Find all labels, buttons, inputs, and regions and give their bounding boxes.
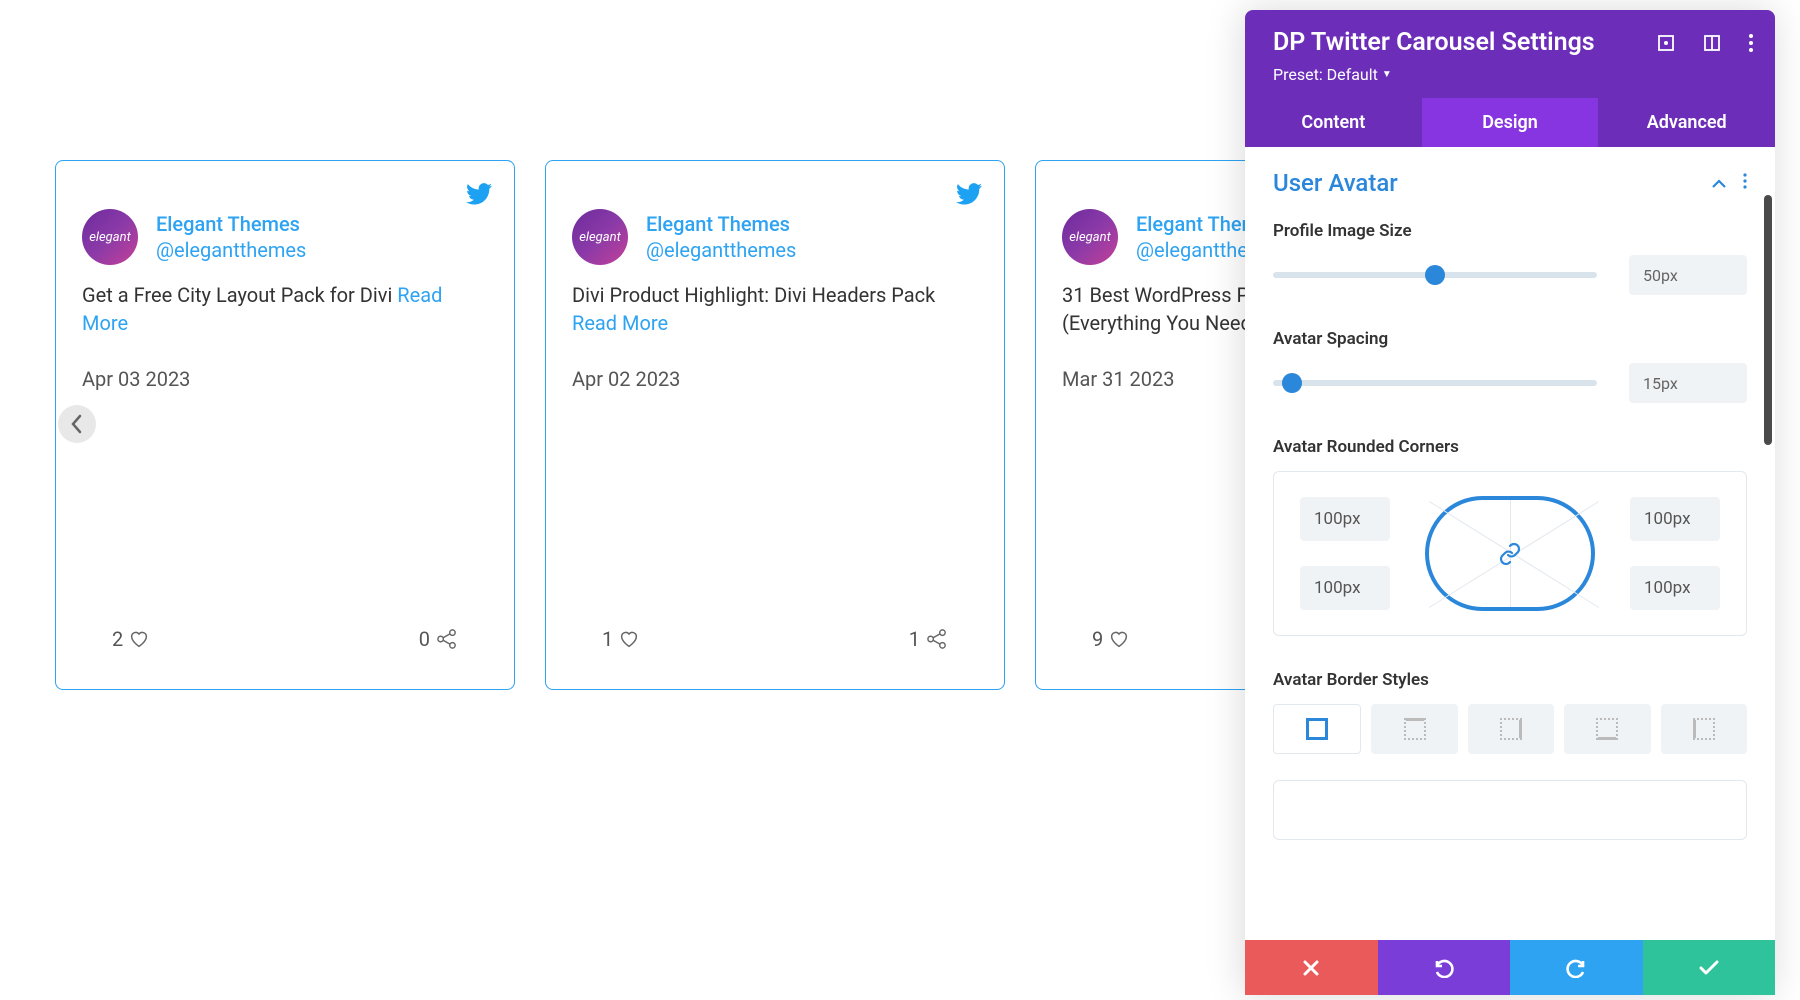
avatar: elegant: [1062, 209, 1118, 265]
avatar-spacing-slider[interactable]: [1273, 380, 1597, 386]
tab-advanced[interactable]: Advanced: [1598, 98, 1775, 147]
border-style-left[interactable]: [1661, 704, 1747, 754]
corner-br-input[interactable]: 100px: [1630, 566, 1720, 610]
scrollbar[interactable]: [1764, 195, 1772, 445]
share-icon: [926, 629, 948, 649]
border-style-top[interactable]: [1371, 704, 1457, 754]
user-name-link[interactable]: Elegant Themes: [646, 212, 796, 236]
control-label: Profile Image Size: [1273, 221, 1747, 241]
heart-icon: [619, 630, 639, 648]
avatar-spacing-control: Avatar Spacing 15px: [1273, 329, 1747, 403]
avatar: elegant: [572, 209, 628, 265]
more-icon[interactable]: [1749, 34, 1753, 52]
heart-icon: [1109, 630, 1129, 648]
likes-stat[interactable]: 1: [602, 627, 639, 651]
tweet-card: elegant Elegant Themes @elegantthemes Di…: [545, 160, 1005, 690]
tweet-date: Apr 02 2023: [572, 367, 978, 391]
border-style-bottom[interactable]: [1564, 704, 1650, 754]
tab-content[interactable]: Content: [1245, 98, 1422, 147]
tweet-text: Get a Free City Layout Pack for Divi Rea…: [82, 281, 488, 337]
settings-panel: DP Twitter Carousel Settings Preset: Def…: [1245, 10, 1775, 995]
control-label: Avatar Border Styles: [1273, 670, 1747, 690]
panel-header: DP Twitter Carousel Settings Preset: Def…: [1245, 10, 1775, 98]
profile-image-size-control: Profile Image Size 50px: [1273, 221, 1747, 295]
border-options-box: [1273, 780, 1747, 840]
collapse-icon[interactable]: [1711, 174, 1727, 193]
corner-tl-input[interactable]: 100px: [1300, 497, 1390, 541]
avatar-spacing-value[interactable]: 15px: [1629, 363, 1747, 403]
panel-title: DP Twitter Carousel Settings: [1273, 28, 1595, 57]
user-handle-link[interactable]: @elegantthemes: [156, 238, 306, 262]
border-style-right[interactable]: [1468, 704, 1554, 754]
twitter-icon: [466, 183, 492, 209]
preset-dropdown[interactable]: Preset: Default▼: [1273, 65, 1753, 84]
corner-bl-input[interactable]: 100px: [1300, 566, 1390, 610]
likes-stat[interactable]: 9: [1092, 627, 1129, 651]
undo-button[interactable]: [1378, 940, 1511, 995]
corner-tr-input[interactable]: 100px: [1630, 497, 1720, 541]
panel-body: User Avatar Profile Image Size 50px Avat…: [1245, 147, 1775, 940]
carousel-prev-button[interactable]: [58, 405, 96, 443]
section-more-icon[interactable]: [1743, 173, 1747, 193]
shares-stat[interactable]: 1: [909, 627, 948, 651]
twitter-icon: [956, 183, 982, 209]
likes-stat[interactable]: 2: [112, 627, 149, 651]
save-button[interactable]: [1643, 940, 1776, 995]
rounded-corners-control: Avatar Rounded Corners 100px 100px 100px…: [1273, 437, 1747, 636]
read-more-link[interactable]: Read More: [572, 311, 668, 335]
profile-image-size-value[interactable]: 50px: [1629, 255, 1747, 295]
tweet-card: elegant Elegant Themes @elegantthemes Ge…: [55, 160, 515, 690]
control-label: Avatar Rounded Corners: [1273, 437, 1747, 457]
expand-icon[interactable]: [1657, 34, 1675, 52]
cancel-button[interactable]: [1245, 940, 1378, 995]
avatar: elegant: [82, 209, 138, 265]
tweet-text: Divi Product Highlight: Divi Headers Pac…: [572, 281, 978, 337]
panel-tabs: Content Design Advanced: [1245, 98, 1775, 147]
control-label: Avatar Spacing: [1273, 329, 1747, 349]
profile-image-size-slider[interactable]: [1273, 272, 1597, 278]
section-title[interactable]: User Avatar: [1273, 169, 1398, 197]
panel-footer: [1245, 940, 1775, 995]
link-corners-toggle[interactable]: [1425, 496, 1595, 611]
tweet-date: Apr 03 2023: [82, 367, 488, 391]
user-name-link[interactable]: Elegant Themes: [156, 212, 306, 236]
shares-stat[interactable]: 0: [419, 627, 458, 651]
heart-icon: [129, 630, 149, 648]
share-icon: [436, 629, 458, 649]
border-style-solid[interactable]: [1273, 704, 1361, 754]
border-styles-control: Avatar Border Styles: [1273, 670, 1747, 840]
redo-button[interactable]: [1510, 940, 1643, 995]
columns-icon[interactable]: [1703, 34, 1721, 52]
tab-design[interactable]: Design: [1422, 98, 1599, 147]
user-handle-link[interactable]: @elegantthemes: [646, 238, 796, 262]
